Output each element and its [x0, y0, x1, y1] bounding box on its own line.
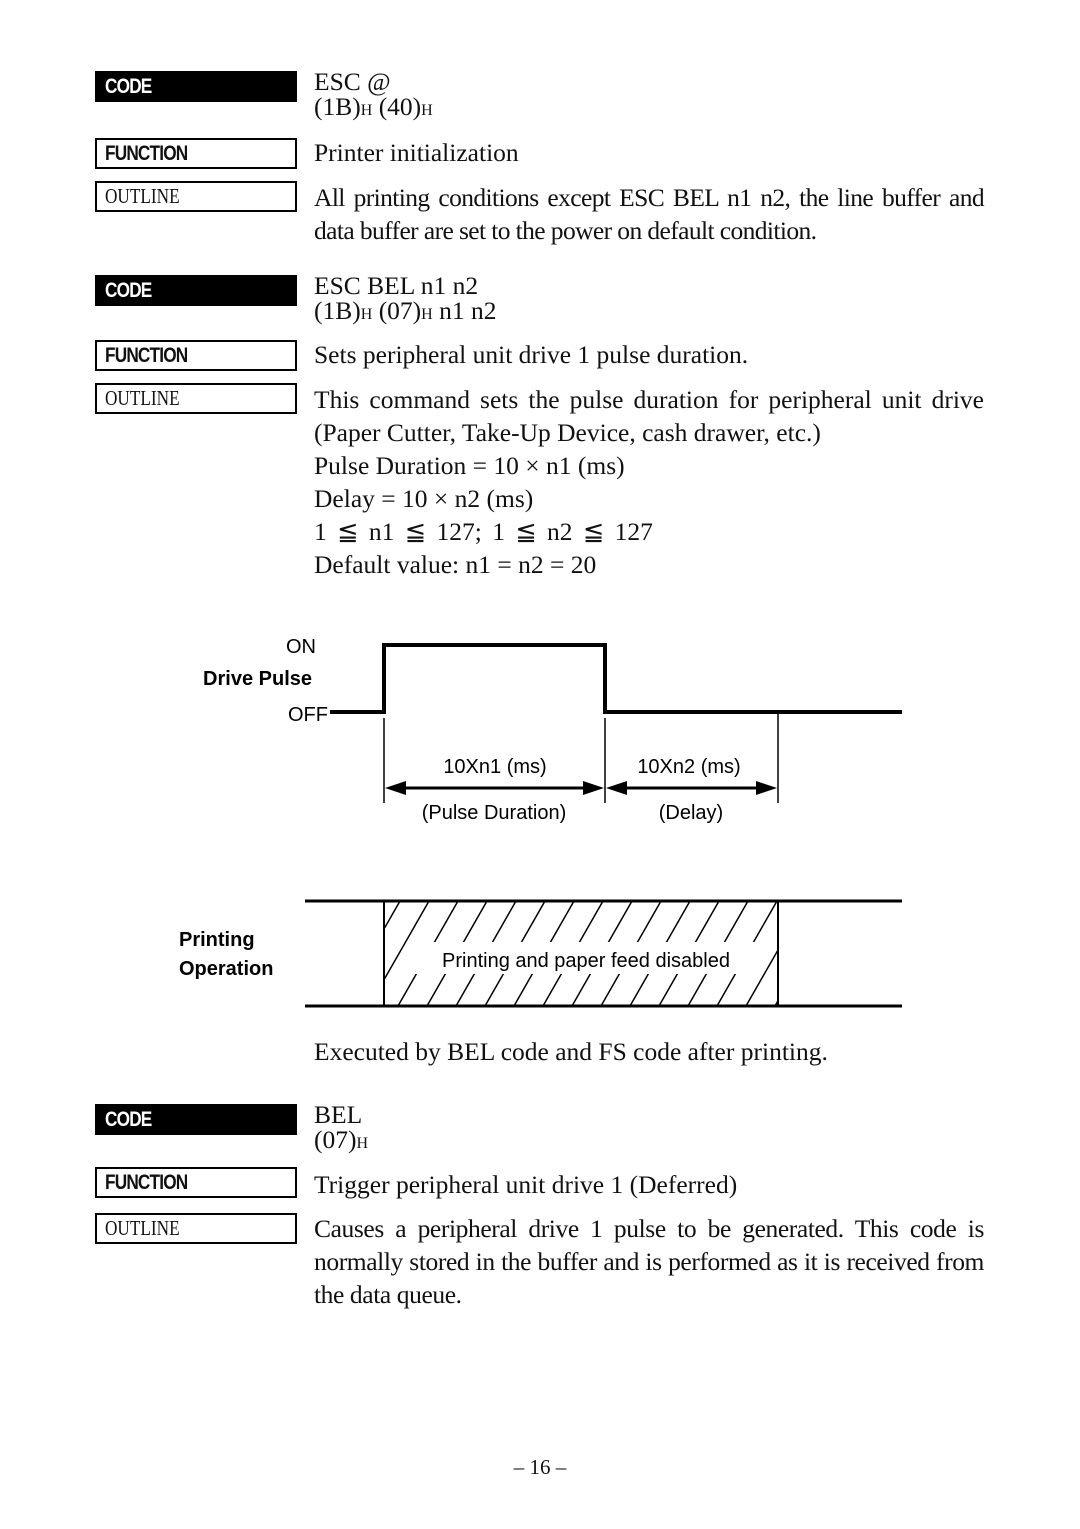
- code-label-text: CODE: [105, 279, 152, 302]
- execution-note: Executed by BEL code and FS code after p…: [314, 1037, 828, 1066]
- hex-suffix: H: [360, 102, 373, 119]
- outline-label: OUTLINE: [95, 1213, 297, 1244]
- function-description: Trigger peripheral unit drive 1 (Deferre…: [314, 1170, 738, 1199]
- hex-value: (1B): [314, 92, 361, 121]
- command-hex: (1B)H (07)H n1 n2: [314, 296, 984, 327]
- on-label: ON: [286, 636, 316, 658]
- command-mnemonic: ESC BEL n1 n2: [314, 271, 479, 300]
- hex-suffix: H: [421, 102, 433, 119]
- hatch-line: [774, 999, 778, 1006]
- arrowhead-left: [606, 781, 627, 795]
- hex-params: n1 n2: [432, 296, 497, 325]
- disabled-text: Printing and paper feed disabled: [442, 950, 730, 972]
- hatch-line: [833, 901, 893, 1006]
- pulse-waveform: [330, 643, 902, 714]
- function-label-text: FUNCTION: [105, 1171, 188, 1194]
- pulse-duration-caption: (Pulse Duration): [422, 802, 567, 824]
- arrowhead-right: [583, 781, 604, 795]
- delay-formula-label: 10Xn2 (ms): [637, 756, 740, 778]
- hex-value: (40): [372, 92, 422, 121]
- outline-label: OUTLINE: [95, 383, 297, 414]
- pulse-formula: 10Xn1 (ms): [443, 756, 546, 778]
- command-code: ESC @ (1B)H (40)H: [314, 68, 984, 123]
- function-label-text: FUNCTION: [105, 344, 188, 367]
- hatch-line: [384, 901, 401, 931]
- hatch-line: [804, 901, 864, 1006]
- outline-description: Causes a peripheral drive 1 pulse to be …: [314, 1214, 984, 1309]
- outline-label-text: OUTLINE: [105, 184, 180, 208]
- command-code: ESC BEL n1 n2 (1B)H (07)H n1 n2: [314, 272, 984, 327]
- code-label-text: CODE: [105, 75, 152, 98]
- hex-suffix: H: [356, 1135, 369, 1152]
- default-value: Default value: n1 = n2 = 20: [314, 550, 597, 579]
- outline-paragraph: This command sets the pulse duration for…: [314, 385, 984, 447]
- command-code: BEL (07)H: [314, 1101, 984, 1156]
- command-mnemonic: ESC @: [314, 67, 391, 96]
- outline-label: OUTLINE: [95, 181, 297, 212]
- printing-operation-label-line1: Printing: [179, 929, 255, 951]
- code-label: CODE: [95, 275, 297, 306]
- delay-caption: (Delay): [659, 802, 723, 824]
- drive-pulse-label: Drive Pulse: [203, 668, 312, 690]
- page-number: – 16 –: [513, 1455, 567, 1479]
- outline-label-text: OUTLINE: [105, 386, 180, 410]
- function-label-text: FUNCTION: [105, 142, 188, 165]
- command-mnemonic: BEL: [314, 1100, 363, 1129]
- function-description: Sets peripheral unit drive 1 pulse durat…: [314, 340, 749, 369]
- command-hex: (07)H: [314, 1125, 984, 1156]
- function-label: FUNCTION: [95, 340, 297, 371]
- code-label: CODE: [95, 1104, 297, 1135]
- outline-label-text: OUTLINE: [105, 1216, 180, 1240]
- pulse-duration-formula: Pulse Duration = 10 × n1 (ms): [314, 451, 625, 480]
- off-label: OFF: [288, 704, 328, 726]
- command-hex: (1B)H (40)H: [314, 92, 984, 123]
- arrowhead-left: [385, 781, 406, 795]
- function-label: FUNCTION: [95, 1167, 297, 1198]
- hex-value: (07): [372, 296, 422, 325]
- arrowhead-right: [756, 781, 777, 795]
- function-description: Printer initialization: [314, 138, 519, 167]
- timing-diagram: ON Drive Pulse OFF 10Xn1 (ms) 10Xn2 (ms)…: [179, 636, 902, 1008]
- function-label: FUNCTION: [95, 138, 297, 169]
- code-label: CODE: [95, 71, 297, 102]
- hex-value: (07): [314, 1125, 357, 1154]
- parameter-range: 1 ≦ n1 ≦ 127; 1 ≦ n2 ≦ 127: [314, 517, 653, 546]
- printing-operation-label-line2: Operation: [179, 958, 273, 980]
- code-label-text: CODE: [105, 1108, 152, 1131]
- hex-suffix: H: [360, 306, 373, 323]
- delay-formula: Delay = 10 × n2 (ms): [314, 484, 534, 513]
- outline-description: All printing conditions except ESC BEL n…: [314, 183, 985, 245]
- hex-suffix: H: [421, 306, 433, 323]
- hex-value: (1B): [314, 296, 361, 325]
- outline-description: This command sets the pulse duration for…: [314, 383, 984, 581]
